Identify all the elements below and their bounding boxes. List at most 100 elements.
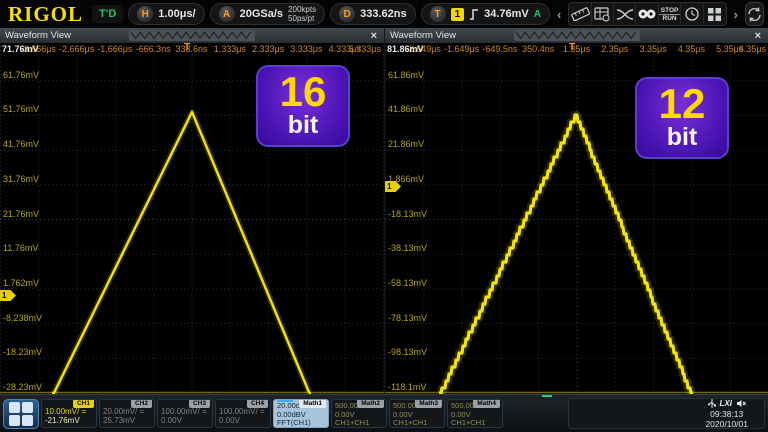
dc-coupling-icon: = (202, 407, 207, 416)
trigger-key-icon[interactable]: T (430, 6, 446, 22)
math-expression: FFT(CH1) (277, 419, 325, 428)
waveform-views: Waveform View × -3.666μs-2.666μs-1.666μs… (0, 28, 768, 394)
math-box[interactable]: Math4 500.00mV/ 0.00V CH1+CH1 (447, 399, 503, 428)
math-box[interactable]: Math1 20.00dBV/ 0.00dBV FFT(CH1) (273, 399, 329, 428)
time-tick-label: 333.6ns (175, 44, 207, 54)
trigger-status-badge: T'D (92, 5, 123, 23)
time-tick-label: -666.3ns (136, 44, 171, 54)
xy-mode-button[interactable] (614, 3, 636, 25)
math-expression: CH1+CH1 (393, 419, 441, 428)
volt-tick-label: -78.13mV (388, 313, 427, 323)
math-box[interactable]: Math2 500.00mV/ 0.00V CH1+CH1 (331, 399, 387, 428)
view-title: Waveform View (0, 30, 71, 41)
drag-handle-icon[interactable] (129, 30, 255, 41)
math-tab[interactable]: Math3 (415, 400, 442, 408)
volt-tick-label: -28.23mV (3, 382, 42, 392)
horizontal-scale-button[interactable]: H 1.00μs/ (128, 3, 204, 25)
volt-tick-label: 41.76mV (3, 139, 39, 149)
volt-tick-label: -18.23mV (3, 347, 42, 357)
time-tick-label: 6.35μs (739, 44, 766, 54)
time-tick-label: 350.4ns (522, 44, 554, 54)
horizontal-key-icon[interactable]: H (137, 6, 153, 22)
channel-tab[interactable]: CH1 (73, 400, 94, 408)
volt-tick-label: -38.13mV (388, 243, 427, 253)
stop-label: STOP (659, 7, 681, 15)
time-tick-label: 2.35μs (601, 44, 628, 54)
channel-offset: 25.73mV (103, 416, 151, 425)
channel-scale: 10.00mV/ (45, 407, 79, 416)
channel-tab[interactable]: CH3 (189, 400, 210, 408)
channel-tab[interactable]: CH2 (131, 400, 152, 408)
measure-button[interactable] (569, 3, 591, 25)
time-tick-label: 1.333μs (214, 44, 246, 54)
math-tab[interactable]: Math2 (357, 400, 384, 408)
status-box: LXI 09:38:13 2020/10/01 (568, 398, 765, 429)
math-box[interactable]: Math3 500.00mV/ 0.00V CH1+CH1 (389, 399, 445, 428)
bit-depth-number: 16 (258, 72, 348, 112)
volt-tick-label: 61.86mV (388, 70, 424, 80)
plot-area: -2.649μs-1.649μs-649.5ns350.4ns1.35μs2.3… (385, 43, 768, 394)
waveform-view-16bit: Waveform View × -3.666μs-2.666μs-1.666μs… (0, 28, 384, 394)
math-tab[interactable]: Math4 (473, 400, 500, 408)
memory-depth-value: 200kpts (288, 5, 316, 14)
time-tick-label: -2.666μs (59, 44, 94, 54)
channel-scale: 100.00mV/ (219, 407, 258, 416)
clock-date: 2020/10/01 (705, 419, 748, 429)
acquire-button[interactable]: A 20GSa/s 200kpts 50ps/pt (210, 3, 325, 25)
window-layout-icon[interactable] (3, 399, 39, 429)
delay-button[interactable]: D 333.62ns (330, 3, 415, 25)
toolbar-left-chevron[interactable]: ‹ (555, 7, 563, 22)
plot-area: -3.666μs-2.666μs-1.666μs-666.3ns333.6ns1… (0, 43, 384, 394)
lxi-badge: LXI (720, 399, 732, 408)
acquire-key-icon[interactable]: A (219, 6, 235, 22)
time-tick-label: 4.35μs (678, 44, 705, 54)
trigger-level-value: 34.76mV (484, 8, 529, 20)
trigger-position-marker[interactable]: T (184, 43, 190, 53)
view-header[interactable]: Waveform View × (0, 28, 384, 43)
history-button[interactable] (681, 3, 703, 25)
math-tab[interactable]: Math1 (299, 400, 326, 408)
view-title: Waveform View (385, 30, 456, 41)
close-icon[interactable]: × (748, 30, 768, 42)
volt-tick-label: 11.76mV (3, 243, 38, 253)
channel-scale: 20.00mV/ (103, 407, 137, 416)
math-boxes: Math1 20.00dBV/ 0.00dBV FFT(CH1) Math2 5… (273, 399, 503, 428)
channel-tab[interactable]: CH4 (247, 400, 268, 408)
time-tick-label: 3.333μs (290, 44, 322, 54)
rising-slope-icon (469, 8, 479, 21)
volt-tick-label: -58.13mV (388, 278, 427, 288)
toolbar-right-chevron[interactable]: › (732, 7, 740, 22)
time-tick-label: 2.333μs (252, 44, 284, 54)
view-header[interactable]: Waveform View × (385, 28, 768, 43)
trigger-position-marker[interactable]: T (569, 43, 575, 53)
stop-run-button[interactable]: STOP RUN (659, 3, 682, 25)
channel-box[interactable]: CH1 10.00mV/ = -21.76mV (41, 399, 97, 428)
dc-coupling-icon: = (260, 407, 265, 416)
volt-tick-label: 21.76mV (3, 209, 39, 219)
sample-rate-value: 20GSa/s (240, 8, 283, 20)
volt-tick-label: -18.13mV (388, 209, 427, 219)
sync-arrows-icon (746, 6, 763, 23)
bit-depth-unit: bit (637, 124, 727, 150)
multi-window-button[interactable] (704, 3, 726, 25)
drag-handle-icon[interactable] (514, 30, 640, 41)
trigger-button[interactable]: T 1 34.76mV A (421, 3, 550, 25)
delay-key-icon[interactable]: D (339, 6, 355, 22)
counter-button[interactable] (592, 3, 614, 25)
close-icon[interactable]: × (364, 30, 384, 42)
sync-button[interactable] (745, 2, 764, 26)
channel-box[interactable]: CH2 20.00mV/ = 25.73mV (99, 399, 155, 428)
dc-coupling-icon: = (81, 407, 86, 416)
xy-mode-icon (615, 8, 635, 21)
eye-diagram-button[interactable] (636, 3, 658, 25)
history-clock-icon (684, 6, 700, 22)
oscilloscope-screen: RIGOL T'D H 1.00μs/ A 20GSa/s 200kpts 50… (0, 0, 768, 432)
counter-grid-icon (594, 7, 610, 22)
math-expression: CH1+CH1 (335, 419, 383, 428)
channel-offset: 0.00V (219, 416, 267, 425)
math-expression: CH1+CH1 (451, 419, 499, 428)
channel-box[interactable]: CH3 100.00mV/ = 0.00V (157, 399, 213, 428)
volt-tick-label: 61.76mV (3, 70, 39, 80)
channel-box[interactable]: CH4 100.00mV/ = 0.00V (215, 399, 271, 428)
vmax-readout: 81.86mV (387, 44, 424, 54)
